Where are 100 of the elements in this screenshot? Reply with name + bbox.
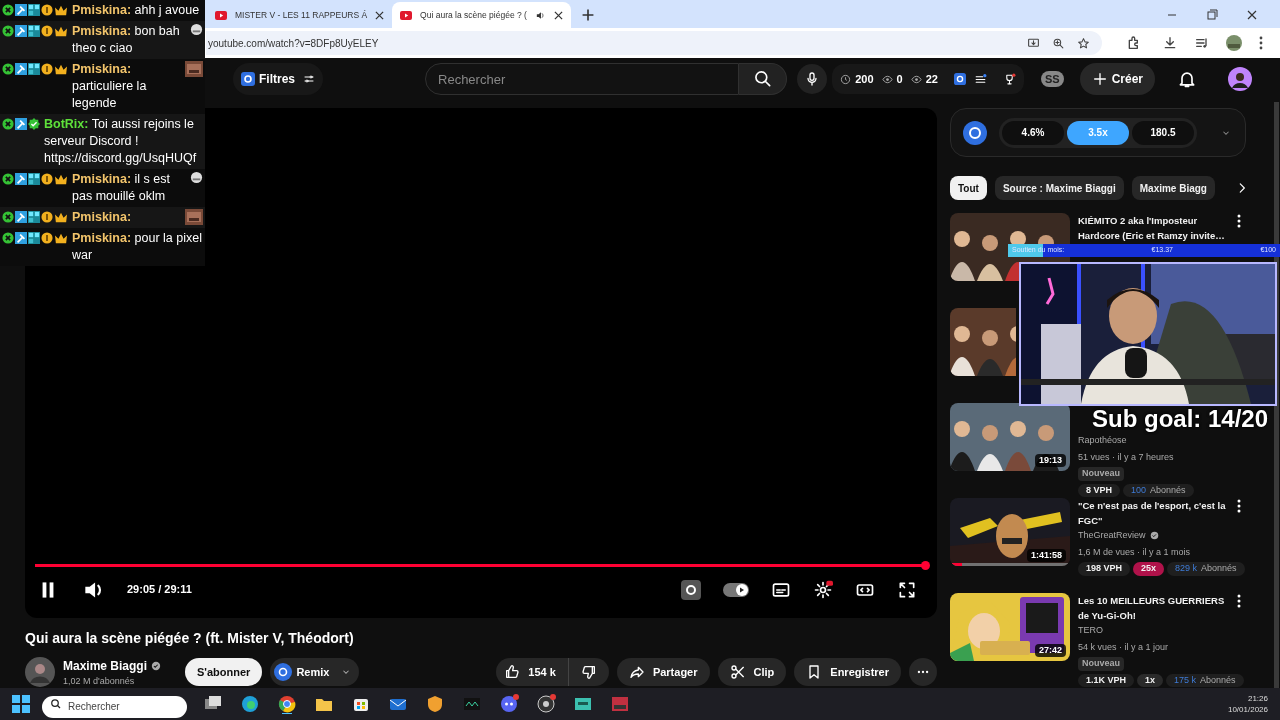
metric-tab[interactable]: 4.6% xyxy=(1002,120,1064,145)
eye-icon xyxy=(881,73,893,85)
browser-tab[interactable]: MISTER V - LES 11 RAPPEURS Á xyxy=(207,2,393,28)
eye-icon xyxy=(910,73,922,85)
video-title[interactable]: KIÉMITO 2 aka l'Imposteur Hardcore (Eric et Ramzy invite… xyxy=(1078,213,1228,243)
chat-message: Pmiskina: bon bah theo c ciao xyxy=(72,23,181,57)
shield-icon[interactable] xyxy=(425,694,445,714)
clock-date: 10/01/2026 xyxy=(1227,704,1268,715)
coin-badge-icon xyxy=(41,173,53,185)
crown-badge-icon xyxy=(54,4,68,16)
create-button[interactable]: Créer xyxy=(1079,63,1155,95)
coin-badge-icon xyxy=(41,4,53,16)
microphone-icon xyxy=(804,71,820,87)
autoplay-toggle[interactable] xyxy=(723,582,749,597)
fullscreen-icon[interactable] xyxy=(897,579,917,600)
new-tag: Nouveau xyxy=(1078,657,1124,671)
aperture-icon[interactable] xyxy=(536,694,556,714)
hammer-badge-icon xyxy=(15,63,27,75)
crown-badge-icon xyxy=(54,173,68,185)
video-title[interactable]: "Ce n'est pas de l'esport, c'est la FGC" xyxy=(1078,498,1228,528)
grid-badge-icon xyxy=(28,63,40,75)
hammer-badge-icon xyxy=(15,173,27,185)
channel-name[interactable]: Maxime Biaggi xyxy=(63,656,148,675)
settings-icon[interactable] xyxy=(813,579,833,600)
subscriber-number: 829 k xyxy=(1175,562,1198,575)
square-logo-icon xyxy=(953,73,966,85)
scissors-icon xyxy=(729,664,746,681)
hammer-badge-icon xyxy=(15,211,27,223)
playlist-icon[interactable] xyxy=(1194,35,1210,51)
close-icon[interactable] xyxy=(553,10,563,20)
square-logo-icon xyxy=(241,72,255,86)
install-icon[interactable] xyxy=(1027,36,1040,50)
more-icon[interactable] xyxy=(1236,593,1242,609)
close-icon[interactable] xyxy=(375,10,385,20)
profile-avatar-icon[interactable] xyxy=(1226,35,1242,51)
hammer-badge-icon xyxy=(15,232,27,244)
plus-icon xyxy=(1091,71,1108,87)
filters-button[interactable]: Filtres xyxy=(233,63,323,95)
list-icon[interactable] xyxy=(973,72,987,86)
remix-button[interactable]: Remix xyxy=(270,658,360,687)
emote-icon xyxy=(185,61,203,77)
star-icon[interactable] xyxy=(1077,36,1090,50)
square-logo-icon[interactable] xyxy=(681,579,701,600)
taskbar-search-field[interactable]: Rechercher xyxy=(42,695,187,718)
notifications-icon[interactable] xyxy=(1177,69,1197,89)
video-title[interactable]: Les 10 MEILLEURS GUERRIERS de Yu-Gi-Oh! xyxy=(1078,593,1228,623)
chat-message: Pmiskina: il s est pas mouillé oklm xyxy=(72,171,171,205)
windows-logo-icon[interactable] xyxy=(12,695,30,713)
subscribe-button[interactable]: S'abonner xyxy=(185,658,263,687)
crown-badge-icon xyxy=(54,211,68,223)
filter-chip[interactable]: Tout xyxy=(950,176,987,201)
verified-badge-icon xyxy=(28,118,40,130)
circle-logo-icon xyxy=(963,120,987,145)
zoom-icon[interactable] xyxy=(1052,36,1065,50)
clip-button[interactable]: Clip xyxy=(717,658,787,687)
chat-app-icon[interactable] xyxy=(499,694,519,714)
address-bar[interactable]: youtube.com/watch?v=8DFp8UyELEY xyxy=(206,31,1102,55)
download-icon[interactable] xyxy=(1162,35,1178,51)
channel-avatar-icon[interactable] xyxy=(25,657,55,688)
grid-badge-icon xyxy=(28,4,40,16)
coin-badge-icon xyxy=(41,25,53,37)
browser-icon[interactable] xyxy=(240,694,260,714)
more-icon[interactable] xyxy=(1236,498,1242,514)
grid-badge-icon xyxy=(28,173,40,185)
tab-title: MISTER V - LES 11 RAPPEURS Á xyxy=(235,8,368,22)
channel-name[interactable]: TheGreatReview xyxy=(1078,529,1146,543)
search-field[interactable]: Rechercher xyxy=(425,63,739,95)
avatar-icon[interactable] xyxy=(1228,67,1252,91)
grid-badge-icon xyxy=(28,211,40,223)
subscriber-count: 1,02 M d'abonnés xyxy=(63,674,136,688)
app-tile-icon[interactable] xyxy=(610,694,630,714)
metric-tab[interactable]: 180.5 xyxy=(1132,120,1194,145)
video-meta: 51 vues · il y a 7 heures xyxy=(1078,450,1175,464)
tab-title: Qui aura la scène piégée ? ( xyxy=(420,8,527,22)
channel-name[interactable]: Rapothéose xyxy=(1078,434,1127,448)
microphone-button[interactable] xyxy=(797,64,827,94)
subscriber-number: 100 xyxy=(1131,483,1147,497)
browser-tab[interactable]: Qui aura la scène piégée ? ( xyxy=(392,2,571,28)
more-icon[interactable] xyxy=(1236,213,1242,229)
stat-value: 0 xyxy=(896,71,903,87)
stat-value: 200 xyxy=(855,71,874,87)
search-button[interactable] xyxy=(739,63,787,95)
crown-badge-icon xyxy=(54,63,68,75)
share-button[interactable]: Partager xyxy=(616,658,710,687)
filter-chip[interactable]: Source : Maxime Biaggi xyxy=(994,176,1124,201)
chat-message: Pmiskina: ahh j avoue xyxy=(72,2,201,19)
video-title: Qui aura la scène piégée ? (ft. Mister V, Théodort) xyxy=(25,628,355,648)
crown-badge-icon xyxy=(54,232,68,244)
video-meta: 54 k vues · il y a 1 jour xyxy=(1078,640,1170,654)
channel-name[interactable]: TERO xyxy=(1078,624,1103,638)
url-text: youtube.com/watch?v=8DFp8UyELEY xyxy=(208,36,380,51)
vph-tag: 1.1K VPH xyxy=(1078,673,1135,687)
sliders-icon xyxy=(303,73,315,85)
progress-handle[interactable] xyxy=(921,560,931,570)
coin-badge-icon xyxy=(41,232,53,244)
save-button[interactable]: Enregistrer xyxy=(794,658,901,687)
search-icon xyxy=(50,698,62,710)
filter-chip[interactable]: Maxime Biagg xyxy=(1131,176,1215,201)
chat-message: Pmiskina: pour la pixel war xyxy=(72,230,203,264)
browser-icon[interactable] xyxy=(277,694,297,714)
